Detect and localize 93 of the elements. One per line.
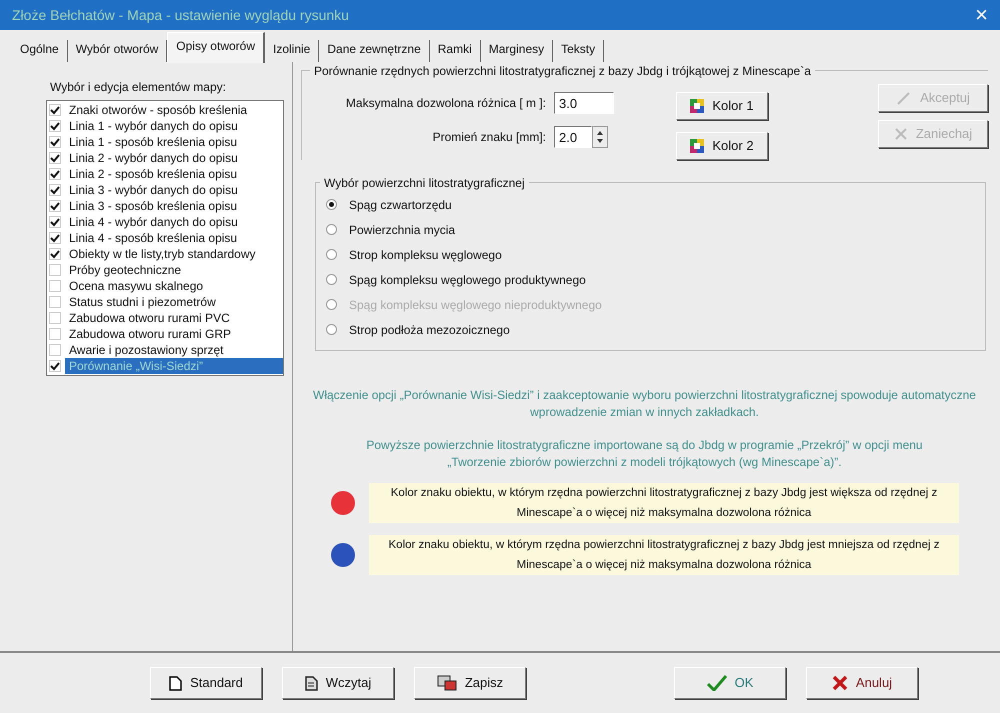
list-item[interactable]: Linia 3 - sposób kreślenia opisu bbox=[47, 198, 283, 214]
checkbox[interactable] bbox=[49, 344, 61, 356]
item-label: Linia 3 - sposób kreślenia opisu bbox=[68, 198, 238, 214]
list-item[interactable]: Linia 4 - sposób kreślenia opisu bbox=[47, 230, 283, 246]
checkbox[interactable] bbox=[49, 152, 61, 164]
palette-icon bbox=[690, 99, 704, 113]
list-item[interactable]: Ocena masywu skalnego bbox=[47, 278, 283, 294]
check-icon bbox=[50, 362, 60, 370]
option-label: Spąg kompleksu węglowego nieproduktywnego bbox=[349, 296, 602, 314]
item-label: Status studni i piezometrów bbox=[68, 294, 216, 310]
color-button[interactable]: Kolor 1 bbox=[676, 92, 768, 120]
checkbox[interactable] bbox=[49, 312, 61, 324]
item-label: Linia 2 - wybór danych do opisu bbox=[68, 150, 238, 166]
list-item[interactable]: Zabudowa otworu rurami GRP bbox=[47, 326, 283, 342]
radio-button[interactable] bbox=[326, 324, 337, 335]
close-icon bbox=[832, 675, 848, 691]
item-label: Zabudowa otworu rurami GRP bbox=[68, 326, 232, 342]
option-label: Strop podłoża mezozoicznego bbox=[349, 322, 510, 338]
option-label: Strop kompleksu węglowego bbox=[349, 246, 502, 264]
color-button[interactable]: Kolor 2 bbox=[676, 132, 768, 160]
list-item[interactable]: Znaki otworów - sposób kreślenia bbox=[47, 102, 283, 118]
list-item[interactable]: Awarie i pozostawiony sprzęt bbox=[47, 342, 283, 358]
checkbox[interactable] bbox=[49, 280, 61, 292]
checkbox[interactable] bbox=[49, 120, 61, 132]
radio-button[interactable] bbox=[326, 224, 337, 235]
footer-button[interactable]: Wczytaj bbox=[282, 667, 394, 699]
checkbox[interactable] bbox=[49, 168, 61, 180]
list-title: Wybór i edycja elementów mapy: bbox=[50, 79, 227, 96]
item-label: Znaki otworów - sposób kreślenia bbox=[68, 102, 248, 118]
item-label: Próby geotechniczne bbox=[68, 262, 182, 278]
list-item[interactable]: Status studni i piezometrów bbox=[47, 294, 283, 310]
pen-icon bbox=[896, 91, 912, 105]
item-label: Linia 1 - wybór danych do opisu bbox=[68, 118, 238, 134]
page-icon bbox=[169, 676, 182, 690]
radio-button[interactable] bbox=[326, 274, 337, 285]
legend-text: Kolor znaku obiektu, w którym rzędna powierzchni litostratygraficznej z bazy Jbdg jest mniejsza od rzędnej z Minescape`a o więcej niż maksymalna dozwolona różnica bbox=[369, 535, 959, 575]
radio-button[interactable] bbox=[326, 249, 337, 260]
item-label: Linia 1 - sposób kreślenia opisu bbox=[68, 134, 238, 150]
item-label: Ocena masywu skalnego bbox=[68, 278, 204, 294]
checkmark-icon bbox=[706, 675, 727, 691]
checkbox[interactable] bbox=[49, 248, 61, 260]
item-label: Obiekty w tle listy,tryb standardowy bbox=[68, 246, 256, 262]
checkbox[interactable] bbox=[49, 104, 61, 116]
item-label: Linia 4 - sposób kreślenia opisu bbox=[68, 230, 238, 246]
item-label: Awarie i pozostawiony sprzęt bbox=[68, 342, 224, 358]
checkbox[interactable] bbox=[49, 216, 61, 228]
footer-button[interactable]: Anuluj bbox=[806, 667, 918, 699]
checkbox[interactable] bbox=[49, 264, 61, 276]
radius-field[interactable]: 2.0 bbox=[554, 126, 592, 148]
checkbox[interactable] bbox=[49, 296, 61, 308]
list-item[interactable]: Linia 2 - wybór danych do opisu bbox=[47, 150, 283, 166]
up-arrow-icon bbox=[597, 131, 603, 135]
cross-icon bbox=[894, 127, 908, 141]
checkbox[interactable] bbox=[49, 200, 61, 212]
printer-icon bbox=[436, 675, 457, 691]
max-difference-field[interactable]: 3.0 bbox=[554, 92, 614, 114]
checkbox[interactable] bbox=[49, 136, 61, 148]
footer-button[interactable]: OK bbox=[674, 667, 786, 699]
list-item[interactable]: Próby geotechniczne bbox=[47, 262, 283, 278]
item-label: Linia 4 - wybór danych do opisu bbox=[68, 214, 238, 230]
list-item[interactable]: Linia 4 - wybór danych do opisu bbox=[47, 214, 283, 230]
item-label: Zabudowa otworu rurami PVC bbox=[68, 310, 230, 326]
list-item[interactable]: Linia 1 - wybór danych do opisu bbox=[47, 118, 283, 134]
palette-icon bbox=[690, 139, 704, 153]
list-item[interactable]: Linia 3 - wybór danych do opisu bbox=[47, 182, 283, 198]
option-label: Spąg kompleksu węglowego produktywnego bbox=[349, 272, 586, 288]
info-note: Powyższe powierzchnie litostratygraficzne importowane są do Jbdg w programie „Przekrój” w opcji menu „Tworzenie zbiorów powierzchni z modeli trójkątowych (wg Minescape`a)”. bbox=[365, 437, 924, 471]
down-arrow-icon bbox=[597, 139, 603, 143]
legend-text: Kolor znaku obiektu, w którym rzędna powierzchni litostratygraficznej z bazy Jbdg jest większa od rzędnej z Minescape`a o więcej niż maksymalna dozwolona różnica bbox=[369, 483, 959, 523]
window-title: Złoże Bełchatów - Mapa - ustawienie wyglądu rysunku bbox=[12, 6, 350, 25]
item-label: Linia 3 - wybór danych do opisu bbox=[68, 182, 238, 198]
checkbox[interactable] bbox=[49, 232, 61, 244]
footer-button[interactable]: Zapisz bbox=[414, 667, 526, 699]
radio-button[interactable] bbox=[326, 199, 337, 210]
tab[interactable]: Ogólne bbox=[12, 40, 68, 62]
tab[interactable]: Opisy otworów bbox=[167, 32, 265, 63]
checkbox[interactable] bbox=[49, 360, 61, 372]
list-item[interactable]: Linia 1 - sposób kreślenia opisu bbox=[47, 134, 283, 150]
field-label: Maksymalna dozwolona różnica [ m ]: bbox=[346, 95, 546, 112]
spin-buttons[interactable] bbox=[592, 126, 608, 148]
list-item[interactable]: Linia 2 - sposób kreślenia opisu bbox=[47, 166, 283, 182]
list-item[interactable]: Obiekty w tle listy,tryb standardowy bbox=[47, 246, 283, 262]
document-icon bbox=[304, 676, 318, 690]
footer-button[interactable]: Standard bbox=[150, 667, 262, 699]
option-label: Spąg czwartorzędu bbox=[349, 196, 452, 214]
list-item[interactable]: Zabudowa otworu rurami PVC bbox=[47, 310, 283, 326]
close-button[interactable]: × bbox=[975, 4, 988, 26]
checkbox[interactable] bbox=[49, 328, 61, 340]
option-label: Powierzchnia mycia bbox=[349, 222, 456, 238]
info-note: Włączenie opcji „Porównanie Wisi-Siedzi” i zaakceptowanie wyboru powierzchni litostratygraficznej spowoduje automatyczne wprowadzenie zmian w innych zakładkach. bbox=[312, 387, 977, 421]
checkbox[interactable] bbox=[49, 184, 61, 196]
item-label: Linia 2 - sposób kreślenia opisu bbox=[68, 166, 238, 182]
field-label: Promień znaku [mm]: bbox=[432, 129, 546, 146]
